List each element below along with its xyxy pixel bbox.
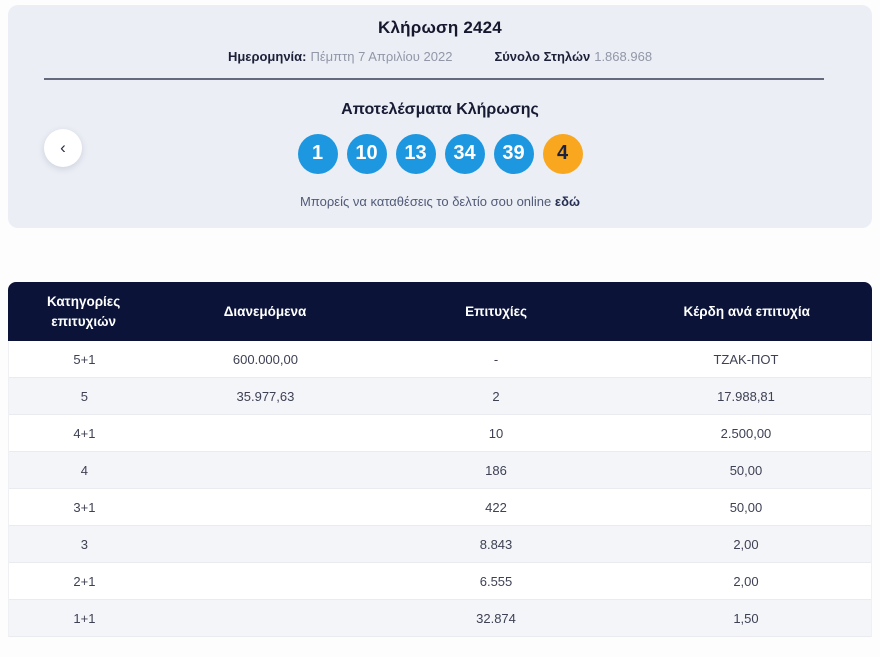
winning-number-ball: 13 bbox=[395, 133, 436, 174]
previous-draw-button[interactable]: ‹ bbox=[44, 129, 82, 167]
cell-winners: 8.843 bbox=[479, 536, 513, 552]
prize-table-header: Κατηγορίες επιτυχιών Διανεμόμενα Επιτυχί… bbox=[8, 282, 872, 341]
table-row: 5+1 600.000,00 - ΤΖΑΚ-ΠΟΤ bbox=[9, 341, 871, 378]
table-row: 3 8.843 2,00 bbox=[9, 526, 871, 563]
cell-prize: 50,00 bbox=[729, 462, 763, 478]
cell-category: 5+1 bbox=[73, 351, 96, 367]
online-ticket-note: Μπορείς να καταθέσεις το δελτίο σου onli… bbox=[8, 194, 872, 209]
table-row: 1+1 32.874 1,50 bbox=[9, 600, 871, 637]
cell-prize: 17.988,81 bbox=[717, 388, 775, 404]
header-divider bbox=[44, 78, 824, 80]
cell-winners: 6.555 bbox=[479, 573, 513, 589]
cell-category: 4+1 bbox=[73, 425, 96, 441]
column-header-categories: Κατηγορίες επιτυχιών bbox=[46, 293, 121, 329]
column-header-prize-per-win: Κέρδη ανά επιτυχία bbox=[683, 303, 810, 319]
cell-prize: 50,00 bbox=[729, 499, 763, 515]
cell-category: 2+1 bbox=[73, 573, 96, 589]
page: Κλήρωση 2424 Ημερομηνία: Πέμπτη 7 Απριλίο… bbox=[0, 0, 880, 637]
table-row: 2+1 6.555 2,00 bbox=[9, 563, 871, 600]
cell-prize: 2,00 bbox=[733, 573, 759, 589]
cell-winners: 186 bbox=[485, 462, 507, 478]
cell-winners: - bbox=[493, 351, 499, 367]
winning-number-ball: 34 bbox=[444, 133, 485, 174]
cell-winners: 2 bbox=[492, 388, 500, 404]
draw-date: Ημερομηνία: Πέμπτη 7 Απριλίου 2022 bbox=[228, 49, 453, 64]
total-columns-value: 1.868.968 bbox=[594, 49, 653, 64]
cell-winners: 422 bbox=[485, 499, 507, 515]
winning-numbers: 1 10 13 34 39 4 bbox=[8, 133, 872, 174]
draw-summary-card: Κλήρωση 2424 Ημερομηνία: Πέμπτη 7 Απριλίο… bbox=[8, 5, 872, 228]
column-header-distributed: Διανεμόμενα bbox=[223, 303, 307, 319]
column-header-winners: Επιτυχίες bbox=[465, 303, 528, 319]
table-row: 3+1 422 50,00 bbox=[9, 489, 871, 526]
cell-winners: 32.874 bbox=[476, 610, 516, 626]
cell-prize: 1,50 bbox=[733, 610, 759, 626]
online-ticket-note-text: Μπορείς να καταθέσεις το δελτίο σου onli… bbox=[300, 193, 552, 209]
cell-category: 3+1 bbox=[73, 499, 96, 515]
cell-category: 1+1 bbox=[73, 610, 96, 626]
cell-distributed: 600.000,00 bbox=[232, 351, 298, 367]
bonus-number-ball: 4 bbox=[542, 133, 583, 174]
prize-table: Κατηγορίες επιτυχιών Διανεμόμενα Επιτυχί… bbox=[8, 282, 872, 637]
total-columns: Σύνολο Στηλών 1.868.968 bbox=[494, 49, 652, 64]
winning-number-ball: 39 bbox=[493, 133, 534, 174]
cell-prize: ΤΖΑΚ-ΠΟΤ bbox=[713, 351, 779, 367]
draw-date-value: Πέμπτη 7 Απριλίου 2022 bbox=[310, 49, 453, 64]
winning-number-ball: 10 bbox=[346, 133, 387, 174]
cell-distributed: 35.977,63 bbox=[236, 388, 295, 404]
winning-number-ball: 1 bbox=[297, 133, 338, 174]
page-title: Κλήρωση 2424 bbox=[378, 18, 502, 37]
prize-table-body: 5+1 600.000,00 - ΤΖΑΚ-ΠΟΤ 5 35.977,63 2 17.988,… bbox=[8, 341, 872, 637]
cell-prize: 2.500,00 bbox=[720, 425, 772, 441]
total-columns-label: Σύνολο Στηλών bbox=[494, 49, 591, 64]
cell-category: 3 bbox=[80, 536, 89, 552]
cell-category: 5 bbox=[80, 388, 89, 404]
chevron-left-icon: ‹ bbox=[60, 137, 66, 157]
cell-winners: 10 bbox=[488, 425, 504, 441]
table-row: 5 35.977,63 2 17.988,81 bbox=[9, 378, 871, 415]
cell-category: 4 bbox=[80, 462, 89, 478]
table-row: 4 186 50,00 bbox=[9, 452, 871, 489]
online-ticket-link[interactable]: εδώ bbox=[555, 194, 580, 209]
cell-prize: 2,00 bbox=[733, 536, 759, 552]
table-row: 4+1 10 2.500,00 bbox=[9, 415, 871, 452]
results-section-title: Αποτελέσματα Κλήρωσης bbox=[341, 100, 539, 118]
draw-date-label: Ημερομηνία: bbox=[227, 49, 307, 64]
draw-meta: Ημερομηνία: Πέμπτη 7 Απριλίου 2022 Σύνολο… bbox=[8, 49, 872, 64]
